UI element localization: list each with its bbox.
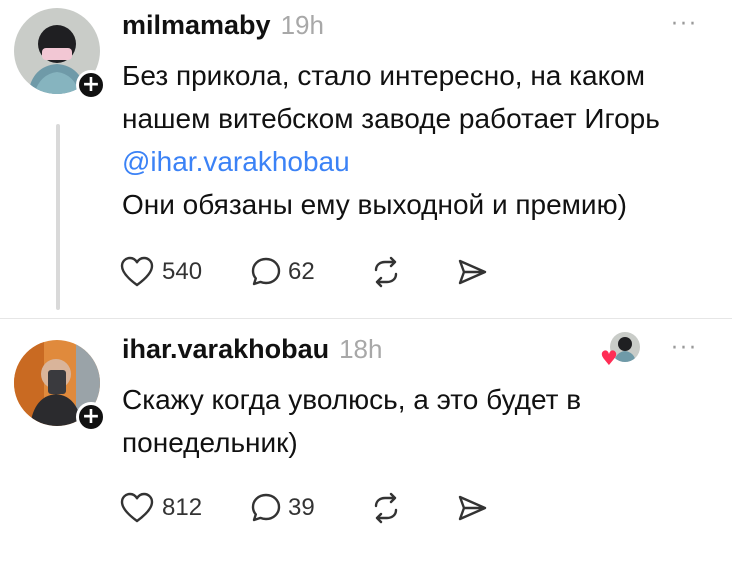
speech-bubble-icon [251,257,281,286]
share-button[interactable] [456,492,516,524]
post-text: Без прикола, стало интересно, на каком н… [122,54,712,226]
follow-button[interactable]: + [76,402,106,432]
like-count: 812 [162,494,203,521]
repost-arrows-icon [374,256,398,288]
timestamp: 19h [280,10,324,40]
username[interactable]: milmamaby [122,10,271,41]
thread-post: + milmamaby 19h ··· Без прикола, стало и… [0,0,732,318]
repost-button[interactable] [370,256,456,288]
mention-link[interactable]: @ihar.varakhobau [122,146,350,177]
paper-plane-icon [458,495,487,521]
reply-button[interactable]: 39 [250,492,370,524]
heart-outline-icon [120,492,154,523]
more-options-icon[interactable]: ··· [671,336,698,361]
reply-button[interactable]: 62 [250,256,370,288]
liked-by-author-indicator: ♥ [600,332,640,370]
speech-bubble-icon [251,493,281,522]
avatar-wrap[interactable]: + [14,8,106,100]
timestamp: 18h [339,334,383,364]
username[interactable]: ihar.varakhobau [122,334,329,365]
post-actions: 540 62 [120,252,516,292]
repost-arrows-icon [374,492,398,524]
reply-count: 39 [288,494,315,521]
follow-button[interactable]: + [76,70,106,100]
repost-button[interactable] [370,492,456,524]
post-text-part: Без прикола, стало интересно, на каком н… [122,60,660,134]
post-text-part: Они обязаны ему выходной и премию) [122,189,627,220]
thread-connector [56,124,60,310]
avatar-wrap[interactable]: + [14,340,106,432]
paper-plane-icon [458,259,487,285]
post-actions: 812 39 [120,488,516,528]
like-button[interactable]: 540 [120,256,250,288]
heart-outline-icon [120,256,154,287]
reply-count: 62 [288,258,315,285]
share-button[interactable] [456,256,516,288]
more-options-icon[interactable]: ··· [671,12,698,37]
post-text: Скажу когда уволюсь, а это будет в понед… [122,384,582,458]
heart-filled-icon: ♥ [600,346,618,370]
post-header: milmamaby 19h [122,10,324,41]
like-count: 540 [162,258,203,285]
post-header: ihar.varakhobau 18h [122,334,382,365]
thread-post: + ihar.varakhobau 18h ♥ ··· Скажу когда … [0,318,732,561]
like-button[interactable]: 812 [120,492,250,524]
